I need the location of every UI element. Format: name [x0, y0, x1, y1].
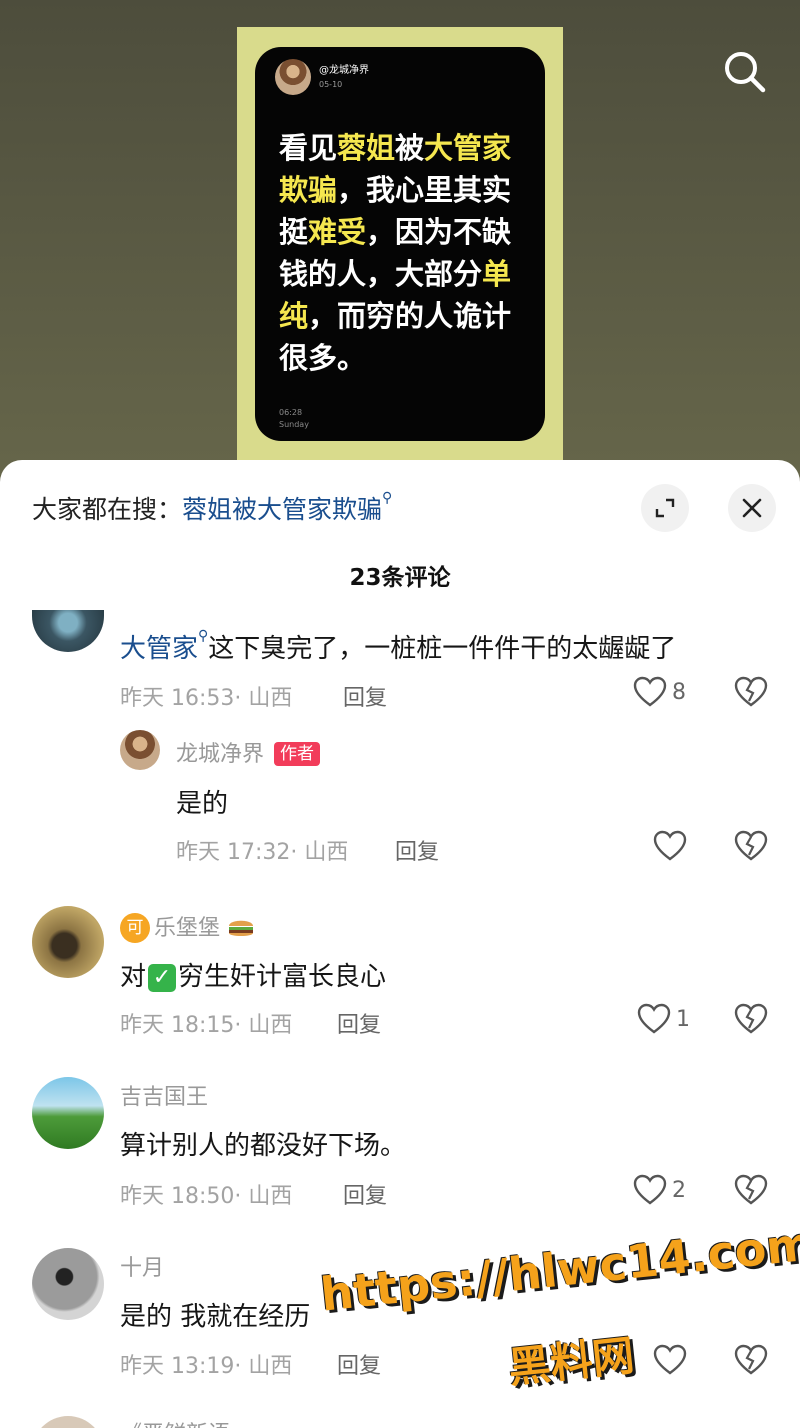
- reply-button[interactable]: 回复: [343, 1178, 387, 1210]
- comment-username[interactable]: 吉吉国王: [120, 1079, 208, 1111]
- card-quote-text: 看见蓉姐被大管家欺骗，我心里其实挺难受，因为不缺钱的人，大部分单纯，而穷的人诡计…: [279, 127, 529, 379]
- broken-heart-icon[interactable]: [734, 1174, 768, 1206]
- burger-emoji-icon: [229, 920, 254, 936]
- comment-username[interactable]: 龙城净界 作者: [176, 736, 321, 768]
- comment-text: 是的: [176, 789, 229, 819]
- close-icon: [742, 498, 762, 518]
- broken-heart-icon[interactable]: [734, 676, 768, 708]
- quote-highlight: 欺骗: [279, 173, 338, 207]
- trending-search-prefix: 大家都在搜：: [32, 495, 183, 524]
- card-handle: @龙城净界: [319, 65, 369, 76]
- heart-icon[interactable]: [637, 1003, 671, 1035]
- comment-username[interactable]: 可乐堡堡: [120, 910, 255, 943]
- search-icon: [725, 52, 766, 93]
- comment-username[interactable]: 《严鲜新语: [120, 1416, 230, 1428]
- video-player[interactable]: @龙城净界 05-10 看见蓉姐被大管家欺骗，我心里其实挺难受，因为不缺钱的人，…: [0, 0, 800, 480]
- reply-button[interactable]: 回复: [343, 680, 387, 712]
- username-text: 乐堡堡: [154, 916, 221, 941]
- heart-icon[interactable]: [633, 676, 667, 708]
- checkmark-emoji-icon: ✓: [148, 964, 177, 992]
- quote-highlight: 大管家: [424, 131, 512, 165]
- search-button[interactable]: [720, 47, 768, 95]
- reply-button[interactable]: 回复: [337, 1007, 381, 1039]
- comment-meta: 昨天 13:19· 山西: [120, 1354, 293, 1379]
- comment-text: 大管家⚲这下臭完了，一桩桩一件件干的太龌龊了: [120, 628, 676, 665]
- comment-body: 穷生奸计富长良心: [178, 962, 387, 992]
- heart-icon[interactable]: [653, 1344, 687, 1376]
- card-date: 05-10: [319, 80, 343, 89]
- reply-button[interactable]: 回复: [337, 1348, 381, 1380]
- like-count: 1: [676, 1007, 690, 1032]
- search-mini-icon: ⚲: [382, 490, 393, 506]
- quote-highlight: 难受: [308, 215, 367, 249]
- comment-mention[interactable]: 大管家: [120, 634, 198, 664]
- broken-heart-icon[interactable]: [734, 1003, 768, 1035]
- quote-segment: ，而穷的人诡计很多。: [279, 299, 512, 375]
- avatar[interactable]: [32, 1416, 104, 1428]
- comment-count: 23条评论: [349, 565, 451, 591]
- card-time-weekday: Sunday: [279, 420, 309, 429]
- trending-search-term[interactable]: 蓉姐被大管家欺骗: [182, 495, 382, 524]
- broken-heart-icon[interactable]: [734, 830, 768, 862]
- card-time-clock: 06:28: [279, 408, 303, 417]
- comment-text: 对 ✓ 穷生奸计富长良心: [120, 956, 386, 993]
- comment-meta: 昨天 18:15· 山西: [120, 1013, 293, 1038]
- like-count: 2: [672, 1178, 686, 1203]
- expand-button[interactable]: [641, 484, 689, 532]
- comment-text: 算计别人的都没好下场。: [120, 1131, 407, 1161]
- broken-heart-icon[interactable]: [734, 1344, 768, 1376]
- card-avatar: [275, 59, 311, 95]
- video-frame: @龙城净界 05-10 看见蓉姐被大管家欺骗，我心里其实挺难受，因为不缺钱的人，…: [237, 27, 563, 477]
- quote-segment: 看见: [279, 131, 338, 165]
- card-time: 06:28 Sunday: [279, 407, 309, 431]
- comment-meta: 昨天 16:53· 山西: [120, 686, 293, 711]
- quote-card: @龙城净界 05-10 看见蓉姐被大管家欺骗，我心里其实挺难受，因为不缺钱的人，…: [255, 47, 545, 441]
- comment-meta: 昨天 18:50· 山西: [120, 1184, 293, 1209]
- quote-highlight: 蓉姐: [337, 131, 396, 165]
- avatar[interactable]: [32, 1248, 104, 1320]
- heart-icon[interactable]: [633, 1174, 667, 1206]
- avatar[interactable]: [120, 730, 160, 770]
- like-count: 8: [672, 680, 686, 705]
- avatar[interactable]: [32, 906, 104, 978]
- comment-username[interactable]: 十月: [120, 1250, 164, 1282]
- comment-body: 这下臭完了，一桩桩一件件干的太龌龊了: [208, 634, 677, 664]
- comment-text: 是的 我就在经历: [120, 1302, 311, 1332]
- quote-segment: 被: [395, 131, 425, 165]
- username-text: 龙城净界: [176, 742, 265, 767]
- level-badge: 可: [120, 913, 150, 943]
- trending-search: 大家都在搜：蓉姐被大管家欺骗⚲: [32, 490, 392, 526]
- comment-meta: 昨天 17:32· 山西: [176, 840, 349, 865]
- reply-button[interactable]: 回复: [395, 834, 439, 866]
- avatar[interactable]: [32, 610, 104, 652]
- comment-body: 对: [120, 962, 147, 992]
- close-button[interactable]: [728, 484, 776, 532]
- author-badge: 作者: [274, 742, 321, 766]
- expand-icon: [655, 498, 675, 518]
- search-mini-icon: ⚲: [198, 628, 209, 644]
- avatar[interactable]: [32, 1077, 104, 1149]
- comment-sheet: 大家都在搜：蓉姐被大管家欺骗⚲ 23条评论 大管家⚲这下臭完了，一桩桩一件件干的…: [0, 460, 800, 1428]
- heart-icon[interactable]: [653, 830, 687, 862]
